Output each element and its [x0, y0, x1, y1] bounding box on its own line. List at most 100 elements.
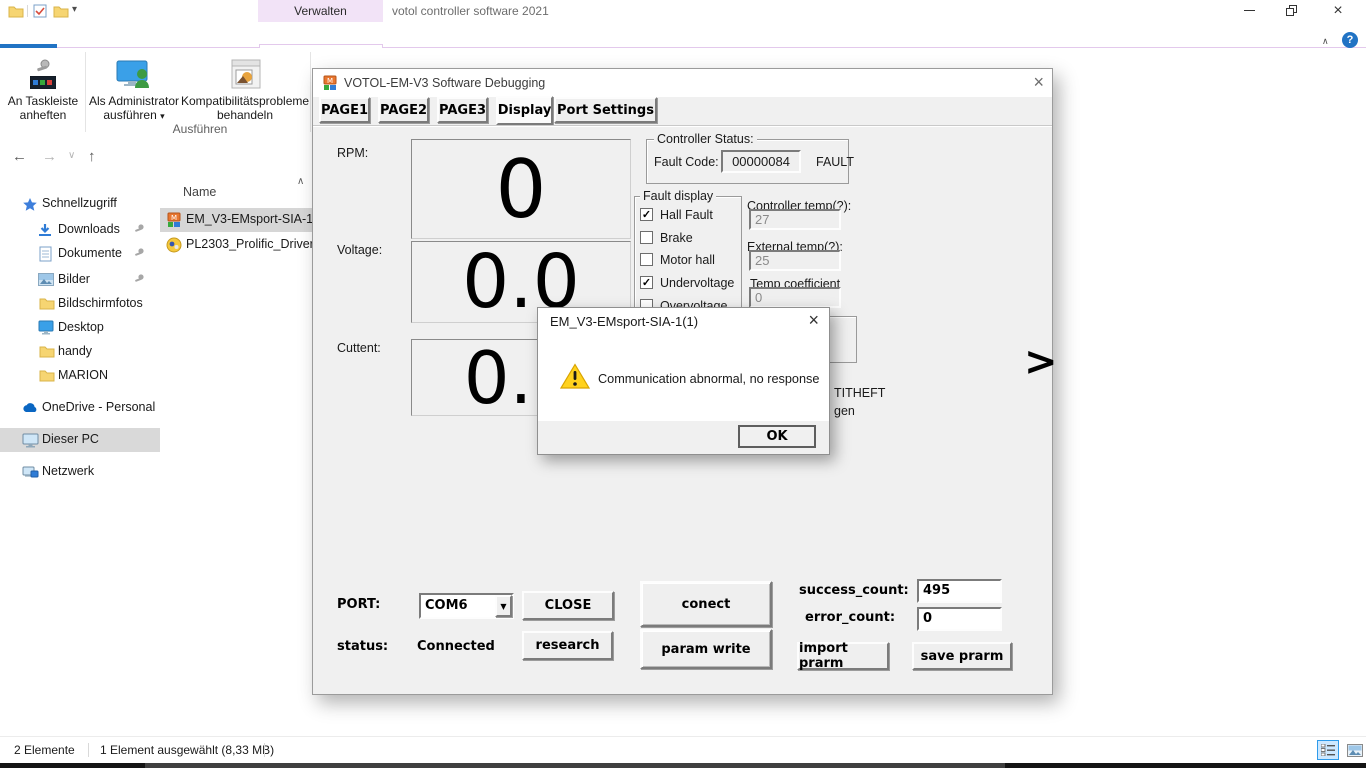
up-icon[interactable]: ↑: [88, 148, 96, 165]
hall-fault-checkbox[interactable]: ✓: [640, 208, 653, 221]
svg-text:M: M: [327, 77, 333, 85]
brake-checkbox[interactable]: [640, 231, 653, 244]
forward-icon[interactable]: →: [42, 148, 57, 165]
error-count-field[interactable]: 0: [917, 607, 1002, 631]
details-view-icon: [1321, 744, 1335, 756]
success-count-field[interactable]: 495: [917, 579, 1002, 603]
tab-page2[interactable]: PAGE2: [378, 97, 429, 123]
pinned-icon: [134, 223, 146, 235]
message-box-title: EM_V3-EMsport-SIA-1(1): [550, 314, 698, 329]
sidebar-item-network[interactable]: Netzwerk: [0, 460, 160, 484]
brake-label: Brake: [660, 231, 693, 245]
external-temp-field[interactable]: 25: [749, 250, 841, 271]
file-row-em-v3[interactable]: M EM_V3-EMsport-SIA-1: [160, 208, 312, 232]
save-param-button[interactable]: save prarm: [912, 642, 1012, 670]
network-icon: [22, 465, 39, 479]
rpm-display: 0: [411, 139, 631, 239]
sidebar-item-desktop[interactable]: Desktop: [0, 316, 160, 340]
status-value: Connected: [417, 639, 495, 654]
this-pc-icon: [22, 433, 39, 448]
dialog-close-icon[interactable]: ×: [1033, 72, 1044, 93]
controller-temp-field[interactable]: 27: [749, 209, 841, 230]
quick-access-folder-icon[interactable]: [8, 4, 24, 18]
param-write-button[interactable]: param write: [640, 629, 772, 669]
tab-display[interactable]: Display: [496, 96, 553, 125]
ribbon-tab-bar: Datei Start Freigeben Ansicht Anwendungs…: [0, 22, 1366, 48]
message-box-close-icon[interactable]: ×: [808, 310, 819, 331]
divider: [264, 743, 265, 757]
sidebar-item-onedrive[interactable]: OneDrive - Personal: [0, 396, 160, 420]
divider: [313, 125, 1052, 127]
pinned-icon: [134, 273, 146, 285]
dialog-titlebar[interactable]: M VOTOL-EM-V3 Software Debugging ×: [313, 69, 1052, 97]
pl2303-app-icon: [166, 237, 182, 253]
temp-coefficient-field[interactable]: 0: [749, 287, 841, 308]
sidebar-item-this-pc[interactable]: Dieser PC: [0, 428, 160, 452]
sidebar-item-screenshots[interactable]: Bildschirmfotos: [0, 292, 160, 316]
divider: [88, 743, 89, 757]
fault-code-field[interactable]: 00000084: [721, 150, 801, 173]
dialog-title: VOTOL-EM-V3 Software Debugging: [344, 76, 545, 90]
close-port-button[interactable]: CLOSE: [522, 591, 614, 620]
connect-button[interactable]: conect: [640, 581, 772, 627]
quick-access-properties-icon[interactable]: [33, 4, 48, 18]
next-arrow[interactable]: >: [1024, 339, 1058, 385]
hall-fault-label: Hall Fault: [660, 208, 713, 222]
tab-page1[interactable]: PAGE1: [319, 97, 370, 123]
svg-text:M: M: [171, 214, 177, 222]
undervoltage-label: Undervoltage: [660, 276, 734, 290]
warning-icon: [560, 363, 590, 390]
sidebar-item-downloads[interactable]: Downloads: [0, 218, 160, 242]
file-row-pl2303[interactable]: PL2303_Prolific_Driver: [160, 233, 312, 257]
collapse-ribbon-icon[interactable]: ∧: [1322, 36, 1329, 47]
fault-code-label: Fault Code:: [654, 155, 719, 169]
research-button[interactable]: research: [522, 631, 613, 660]
motor-hall-checkbox[interactable]: [640, 253, 653, 266]
column-header-name[interactable]: Name: [183, 185, 216, 199]
ok-button[interactable]: OK: [738, 425, 816, 448]
message-box: EM_V3-EMsport-SIA-1(1) × Communication a…: [537, 307, 830, 455]
onedrive-cloud-icon: [22, 402, 39, 413]
voltage-label: Voltage:: [337, 243, 382, 257]
sidebar-item-marion[interactable]: MARION: [0, 364, 160, 388]
folder-icon: [39, 368, 55, 382]
sidebar-item-quick-access[interactable]: Schnellzugriff: [0, 192, 160, 216]
help-icon[interactable]: ?: [1342, 32, 1358, 48]
gen-partial-text: gen: [834, 404, 855, 418]
sidebar-item-documents[interactable]: Dokumente: [0, 242, 160, 266]
tab-page3[interactable]: PAGE3: [437, 97, 488, 123]
tab-port-settings[interactable]: Port Settings: [554, 97, 657, 123]
selection-info: 1 Element ausgewählt (8,33 MB): [100, 743, 274, 757]
quick-access-star-icon: [22, 197, 38, 211]
thumbnail-view-button[interactable]: [1343, 740, 1365, 760]
admin-monitor-icon: [116, 60, 152, 90]
quick-access-newfolder-icon[interactable]: [53, 4, 69, 18]
navigation-pane: Schnellzugriff Downloads Dokumente Bilde…: [0, 176, 160, 736]
port-label: PORT:: [337, 597, 380, 612]
em-app-icon: M: [166, 212, 182, 228]
com-port-select[interactable]: COM6 ▼: [419, 593, 514, 619]
back-icon[interactable]: ←: [12, 148, 27, 165]
error-count-label: error_count:: [805, 610, 895, 625]
sidebar-item-handy[interactable]: handy: [0, 340, 160, 364]
fault-text: FAULT: [816, 155, 854, 169]
controller-status-legend: Controller Status:: [654, 132, 757, 146]
explorer-titlebar: ▾ Verwalten votol controller software 20…: [0, 0, 1366, 22]
dropdown-caret-icon: ▾: [160, 111, 165, 121]
sort-ascending-icon[interactable]: ∧: [297, 176, 304, 187]
sidebar-item-pictures[interactable]: Bilder: [0, 268, 160, 292]
dialog-app-icon: M: [322, 75, 338, 91]
details-view-button[interactable]: [1317, 740, 1339, 760]
pictures-icon: [38, 273, 54, 286]
quick-access-customize-icon[interactable]: ▾: [72, 4, 77, 15]
taskbar-segment: [145, 763, 1005, 768]
recent-locations-icon[interactable]: ∨: [68, 150, 75, 161]
message-text: Communication abnormal, no response: [598, 372, 819, 386]
pinned-icon: [134, 247, 146, 259]
pushpin-icon: [32, 58, 54, 76]
success-count-label: success_count:: [799, 583, 909, 598]
undervoltage-checkbox[interactable]: ✓: [640, 276, 653, 289]
import-param-button[interactable]: import prarm: [797, 642, 889, 670]
tab-verwalten[interactable]: Verwalten: [258, 0, 383, 22]
combo-dropdown-icon[interactable]: ▼: [495, 595, 512, 617]
